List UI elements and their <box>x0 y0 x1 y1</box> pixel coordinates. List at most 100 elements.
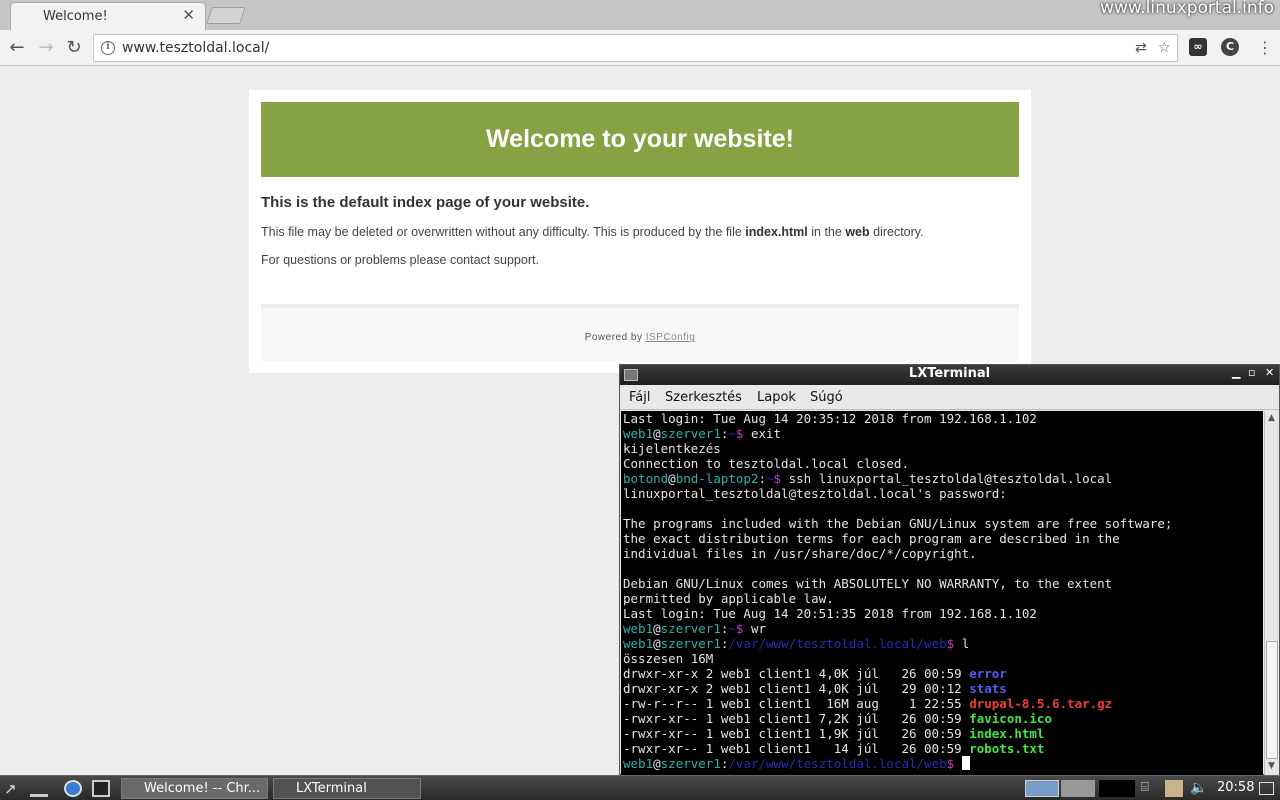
scroll-down-icon[interactable]: ▼ <box>1268 761 1275 771</box>
terminal-text: @ <box>653 426 661 441</box>
terminal-text: permitted by applicable law. <box>623 591 834 606</box>
browser-menu-icon[interactable]: ⋮ <box>1257 38 1273 57</box>
terminal-text: stats <box>969 681 1007 696</box>
terminal-titlebar[interactable]: LXTerminal ▁ ▫ ✕ <box>620 365 1279 385</box>
new-tab-button[interactable] <box>206 7 246 24</box>
terminal-line: permitted by applicable law. <box>623 591 1263 606</box>
terminal-line: web1@szerver1:~$ wr <box>623 621 1263 636</box>
terminal-text: web1 <box>623 636 654 651</box>
browser-toolbar: ← → ↻ i www.tesztoldal.local/ ⇄ ☆ ∞ C ⋮ <box>0 30 1280 66</box>
terminal-text: favicon.ico <box>969 711 1052 726</box>
terminal-text: robots.txt <box>969 741 1045 756</box>
info-icon[interactable]: i <box>101 41 115 55</box>
terminal-text: index.html <box>969 726 1045 741</box>
translate-icon[interactable]: ⇄ <box>1135 40 1147 56</box>
back-arrow-icon[interactable]: ← <box>6 37 28 59</box>
para-text: This file may be deleted or overwritten … <box>261 225 746 239</box>
powered-by-text: Powered by <box>584 332 646 343</box>
tab-title: Welcome! <box>43 9 108 24</box>
tab-close-icon[interactable]: ✕ <box>182 6 195 24</box>
clock: 20:58 <box>1217 780 1255 795</box>
terminal-text: szerver1 <box>660 621 721 636</box>
menu-edit[interactable]: Szerkesztés <box>665 390 742 405</box>
chrome-launcher-icon[interactable] <box>64 780 82 797</box>
minimize-icon[interactable]: ▁ <box>1232 366 1240 379</box>
taskbar: ↗ Welcome! -- Chr... LXTerminal ⌸ 🔈 20:5… <box>0 775 1280 800</box>
watermark: www.linuxportal.info <box>1100 0 1274 18</box>
terminal-line: botond@bnd-laptop2:~$ ssh linuxportal_te… <box>623 471 1263 486</box>
task-browser-label: Welcome! -- Chr... <box>144 781 261 796</box>
terminal-text: The programs included with the Debian GN… <box>623 516 1173 531</box>
terminal-output[interactable]: Last login: Tue Aug 14 20:35:12 2018 fro… <box>621 411 1263 775</box>
terminal-text: botond <box>623 471 669 486</box>
terminal-text: ~ <box>728 621 736 636</box>
terminal-line: -rwxr-xr-- 1 web1 client1 14 júl 26 00:5… <box>623 741 1263 756</box>
forward-arrow-icon[interactable]: → <box>35 37 57 59</box>
terminal-text: individual files in /usr/share/doc/*/cop… <box>623 546 977 561</box>
terminal-line: összesen 16M <box>623 651 1263 666</box>
terminal-line: web1@szerver1:~$ exit <box>623 426 1263 441</box>
browser-tab-strip: Welcome! ✕ www.linuxportal.info <box>0 0 1280 30</box>
terminal-scrollbar[interactable]: ▲ ▼ <box>1264 411 1279 775</box>
terminal-text: összesen 16M <box>623 651 714 666</box>
description-paragraph: This file may be deleted or overwritten … <box>261 225 924 239</box>
directory-name: web <box>845 225 870 239</box>
workspace-pager[interactable] <box>1025 780 1059 797</box>
terminal-text: @ <box>653 756 661 771</box>
menu-help[interactable]: Súgó <box>810 390 843 405</box>
terminal-text: ssh linuxportal_tesztoldal@tesztoldal.lo… <box>781 471 1113 486</box>
page-footer: Powered by ISPConfig <box>261 304 1019 361</box>
terminal-text: ~ <box>766 471 774 486</box>
reload-icon[interactable]: ↻ <box>63 37 85 59</box>
extension-c-icon[interactable]: C <box>1221 38 1239 56</box>
scroll-up-icon[interactable]: ▲ <box>1268 413 1275 423</box>
para-text: directory. <box>869 225 924 239</box>
terminal-text: web1 <box>623 756 654 771</box>
terminal-text: ~ <box>728 426 736 441</box>
terminal-text: -rw-r--r-- 1 web1 client1 16M aug 1 22:5… <box>623 696 970 711</box>
terminal-line: web1@szerver1:/var/www/tesztoldal.local/… <box>623 636 1263 651</box>
terminal-line: -rw-r--r-- 1 web1 client1 16M aug 1 22:5… <box>623 696 1263 711</box>
browser-tab[interactable]: Welcome! ✕ <box>10 2 206 30</box>
terminal-text: : <box>758 471 767 486</box>
terminal-text: kijelentkezés <box>623 441 721 456</box>
menu-tabs[interactable]: Lapok <box>757 390 796 405</box>
menu-file[interactable]: Fájl <box>629 390 650 405</box>
terminal-text: Last login: Tue Aug 14 20:35:12 2018 fro… <box>623 411 1037 426</box>
terminal-menubar: Fájl Szerkesztés Lapok Súgó <box>620 386 1279 410</box>
show-desktop-icon[interactable] <box>1259 782 1274 795</box>
terminal-text: -rwxr-xr-- 1 web1 client1 1,9K júl 26 00… <box>623 726 970 741</box>
terminal-text: the exact distribution terms for each pr… <box>623 531 1120 546</box>
terminal-text: @ <box>653 621 661 636</box>
task-browser[interactable]: Welcome! -- Chr... <box>121 778 268 799</box>
start-menu-icon[interactable]: ↗ <box>4 780 22 798</box>
terminal-text: @ <box>668 471 676 486</box>
file-manager-icon[interactable] <box>30 780 48 797</box>
welcome-card: Welcome to your website! This is the def… <box>249 90 1031 373</box>
workspace-pager-2[interactable] <box>1061 780 1095 797</box>
clipboard-icon[interactable] <box>1165 780 1183 797</box>
terminal-text: linuxportal_tesztoldal@tesztoldal.local'… <box>623 486 1007 501</box>
incognito-extension-icon[interactable]: ∞ <box>1189 38 1207 56</box>
address-bar[interactable]: i www.tesztoldal.local/ ⇄ ☆ <box>93 34 1178 62</box>
lxterminal-window: LXTerminal ▁ ▫ ✕ Fájl Szerkesztés Lapok … <box>619 364 1280 775</box>
terminal-cursor <box>961 756 970 770</box>
network-icon[interactable]: ⌸ <box>1141 780 1159 797</box>
terminal-title: LXTerminal <box>908 366 991 381</box>
maximize-icon[interactable]: ▫ <box>1248 366 1255 379</box>
ispconfig-link[interactable]: ISPConfig <box>646 332 696 343</box>
desktop-icon[interactable] <box>92 780 110 797</box>
para-text: in the <box>807 225 846 239</box>
task-terminal[interactable]: LXTerminal <box>273 778 421 799</box>
bookmark-star-icon[interactable]: ☆ <box>1158 40 1171 56</box>
terminal-line: the exact distribution terms for each pr… <box>623 531 1263 546</box>
terminal-text: Connection to tesztoldal.local closed. <box>623 456 909 471</box>
terminal-text: Last login: Tue Aug 14 20:51:35 2018 fro… <box>623 606 1037 621</box>
support-paragraph: For questions or problems please contact… <box>261 253 539 267</box>
close-icon[interactable]: ✕ <box>1265 366 1274 379</box>
volume-icon[interactable]: 🔈 <box>1190 780 1208 797</box>
scrollbar-thumb[interactable] <box>1266 641 1278 759</box>
terminal-text: -rwxr-xr-- 1 web1 client1 7,2K júl 26 00… <box>623 711 970 726</box>
